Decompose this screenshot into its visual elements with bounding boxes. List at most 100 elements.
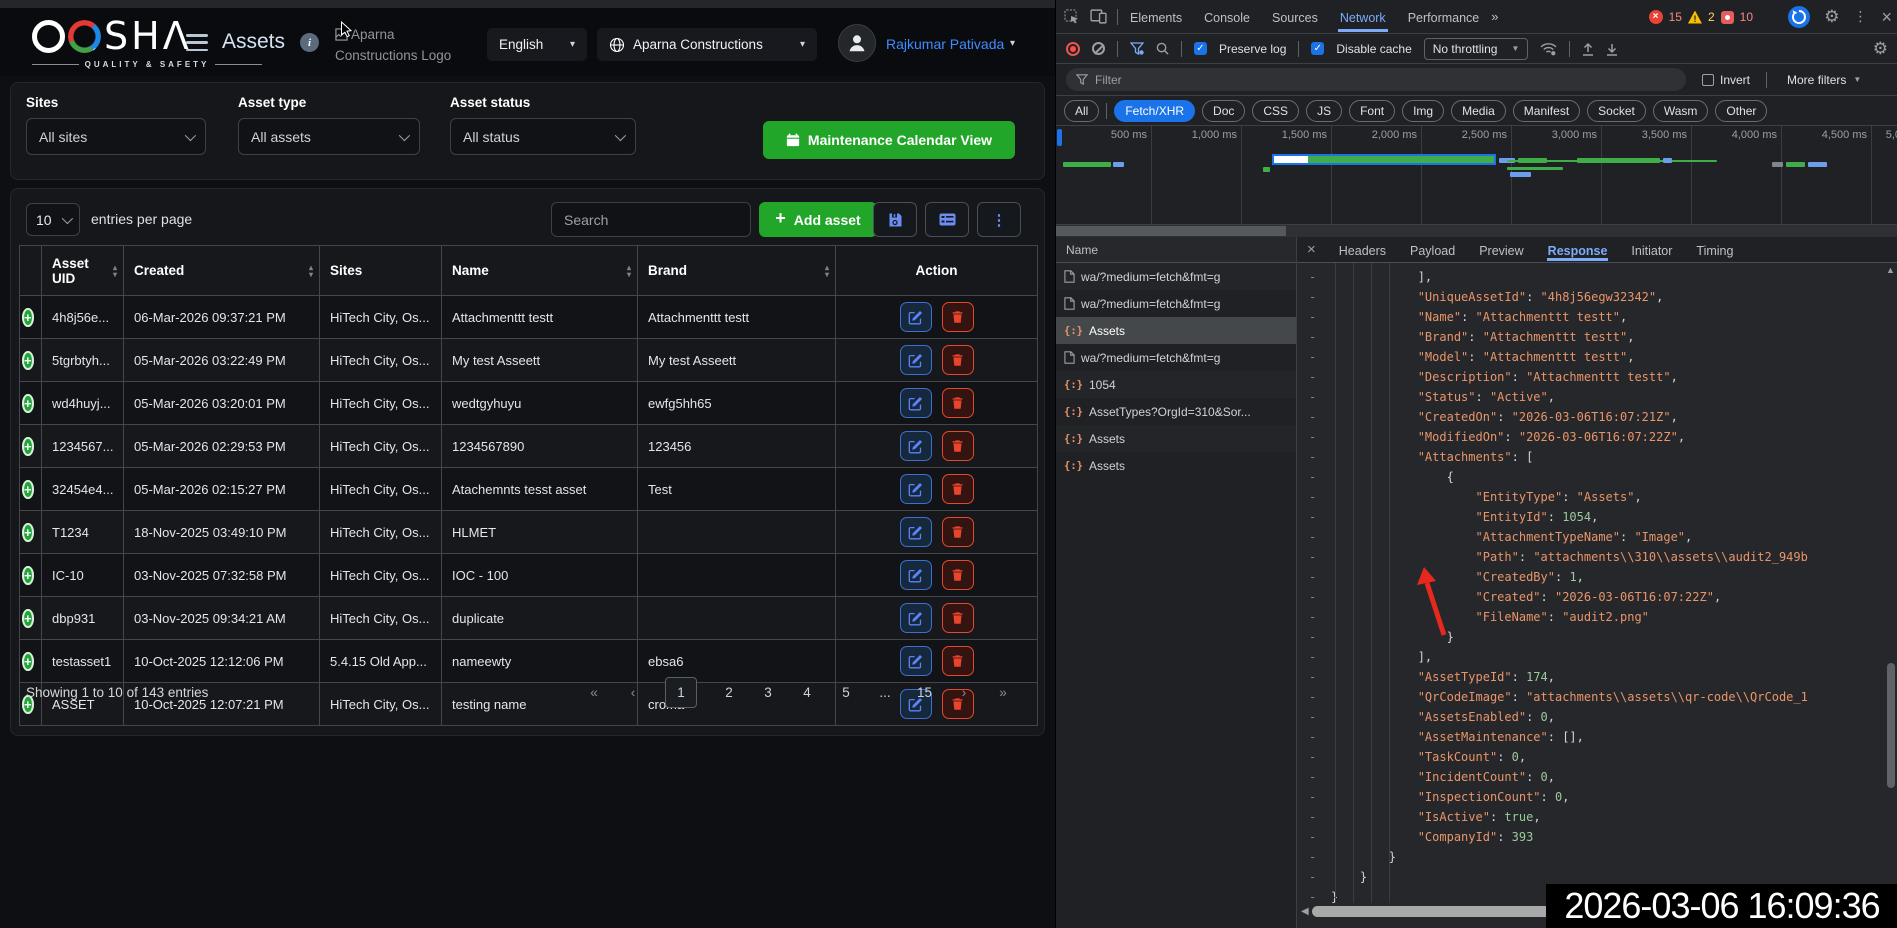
- fold-marker[interactable]: -: [1297, 587, 1331, 607]
- page-15[interactable]: 15: [917, 685, 932, 700]
- request-row[interactable]: {:}Assets: [1056, 317, 1296, 344]
- fold-marker[interactable]: -: [1297, 687, 1331, 707]
- timeline-brush-handle[interactable]: [1057, 129, 1062, 146]
- more-filters-button[interactable]: More filters▼: [1787, 73, 1861, 87]
- detail-tab-payload[interactable]: Payload: [1409, 239, 1456, 261]
- delete-button[interactable]: [942, 474, 974, 504]
- filter-chip-socket[interactable]: Socket: [1587, 100, 1646, 122]
- close-detail-icon[interactable]: ×: [1307, 241, 1316, 258]
- delete-button[interactable]: [942, 517, 974, 547]
- sort-arrows-icon[interactable]: ▴▾: [309, 264, 313, 278]
- page-1[interactable]: 1: [665, 677, 697, 708]
- devtools-tab-network[interactable]: Network: [1338, 2, 1388, 32]
- menu-icon[interactable]: [186, 34, 208, 51]
- devtools-tab-elements[interactable]: Elements: [1128, 2, 1184, 32]
- page-[interactable]: ‹: [626, 685, 640, 700]
- edit-button[interactable]: [900, 646, 932, 676]
- search-input[interactable]: [551, 202, 751, 237]
- fold-marker[interactable]: -: [1297, 807, 1331, 827]
- detail-tab-timing[interactable]: Timing: [1695, 239, 1734, 261]
- edit-button[interactable]: [900, 431, 932, 461]
- preserve-log-checkbox[interactable]: ✓: [1194, 42, 1207, 55]
- delete-button[interactable]: [942, 431, 974, 461]
- fold-marker[interactable]: -: [1297, 327, 1331, 347]
- fold-marker[interactable]: -: [1297, 527, 1331, 547]
- disable-cache-checkbox[interactable]: ✓: [1311, 42, 1324, 55]
- avatar[interactable]: [838, 24, 876, 62]
- asset-status-select[interactable]: All status: [450, 118, 636, 155]
- more-tabs-icon[interactable]: »: [1491, 9, 1498, 24]
- settings-gear-icon[interactable]: ⚙: [1824, 7, 1839, 27]
- expand-plus-icon[interactable]: +: [22, 523, 34, 542]
- fold-marker[interactable]: -: [1297, 847, 1331, 867]
- filter-chip-wasm[interactable]: Wasm: [1653, 100, 1709, 122]
- fold-marker[interactable]: -: [1297, 767, 1331, 787]
- delete-button[interactable]: [942, 646, 974, 676]
- edit-button[interactable]: [900, 474, 932, 504]
- fold-marker[interactable]: -: [1297, 787, 1331, 807]
- device-toolbar-icon[interactable]: [1090, 9, 1107, 24]
- filter-chip-img[interactable]: Img: [1402, 100, 1444, 122]
- fold-marker[interactable]: -: [1297, 747, 1331, 767]
- fold-marker[interactable]: -: [1297, 607, 1331, 627]
- fold-marker[interactable]: -: [1297, 307, 1331, 327]
- fold-marker[interactable]: -: [1297, 367, 1331, 387]
- response-code-area[interactable]: - ],- "UniqueAssetId": "4h8j56egw32342",…: [1297, 263, 1884, 903]
- delete-button[interactable]: [942, 603, 974, 633]
- fold-marker[interactable]: -: [1297, 727, 1331, 747]
- page-3[interactable]: 3: [761, 685, 775, 700]
- network-filter-input[interactable]: Filter: [1066, 68, 1686, 91]
- fold-marker[interactable]: -: [1297, 827, 1331, 847]
- fold-marker[interactable]: -: [1297, 647, 1331, 667]
- devtools-tab-sources[interactable]: Sources: [1270, 2, 1320, 32]
- sort-arrows-icon[interactable]: ▴▾: [113, 264, 117, 278]
- edit-button[interactable]: [900, 603, 932, 633]
- user-menu-caret[interactable]: ▾: [1010, 38, 1015, 49]
- vertical-scroll-thumb[interactable]: [1887, 663, 1895, 788]
- delete-button[interactable]: [942, 345, 974, 375]
- expand-plus-icon[interactable]: +: [22, 652, 34, 671]
- filter-chip-all[interactable]: All: [1064, 100, 1099, 122]
- info-icon[interactable]: i: [300, 33, 319, 52]
- fold-marker[interactable]: -: [1297, 507, 1331, 527]
- clear-icon[interactable]: [1092, 42, 1105, 55]
- page-2[interactable]: 2: [722, 685, 736, 700]
- expand-plus-icon[interactable]: +: [22, 480, 34, 499]
- filter-chip-manifest[interactable]: Manifest: [1513, 100, 1580, 122]
- fold-marker[interactable]: -: [1297, 407, 1331, 427]
- fold-marker[interactable]: -: [1297, 487, 1331, 507]
- page-[interactable]: «: [587, 685, 601, 700]
- fold-marker[interactable]: -: [1297, 547, 1331, 567]
- expand-plus-icon[interactable]: +: [22, 609, 34, 628]
- record-icon[interactable]: [1066, 42, 1080, 56]
- expand-plus-icon[interactable]: +: [22, 394, 34, 413]
- fold-marker[interactable]: -: [1297, 287, 1331, 307]
- expand-plus-icon[interactable]: +: [22, 566, 34, 585]
- edit-button[interactable]: [900, 517, 932, 547]
- card-view-button[interactable]: [925, 202, 969, 237]
- edit-button[interactable]: [900, 302, 932, 332]
- request-row[interactable]: wa/?medium=fetch&fmt=g: [1056, 263, 1296, 290]
- filter-funnel-icon[interactable]: [1130, 42, 1144, 55]
- page-5[interactable]: 5: [839, 685, 853, 700]
- fold-marker[interactable]: -: [1297, 387, 1331, 407]
- user-name[interactable]: Rajkumar Pativada: [886, 36, 1004, 52]
- devtools-tab-performance[interactable]: Performance: [1406, 2, 1482, 32]
- request-row[interactable]: {:}AssetTypes?OrgId=310&Sor...: [1056, 398, 1296, 425]
- console-badges[interactable]: × 15 ! 2 10: [1649, 0, 1753, 34]
- devtools-tab-console[interactable]: Console: [1202, 2, 1252, 32]
- devtools-close-icon[interactable]: ×: [1881, 7, 1892, 28]
- maintenance-calendar-button[interactable]: Maintenance Calendar View: [763, 121, 1015, 159]
- sort-arrows-icon[interactable]: ▴▾: [825, 264, 829, 278]
- detail-tab-headers[interactable]: Headers: [1338, 239, 1387, 261]
- fold-marker[interactable]: -: [1297, 267, 1331, 287]
- network-settings-gear-icon[interactable]: ⚙: [1873, 39, 1888, 59]
- language-select[interactable]: English▾: [487, 28, 587, 61]
- throttling-select[interactable]: No throttling▼: [1424, 38, 1529, 60]
- more-options-button[interactable]: ⋮: [977, 202, 1021, 237]
- fold-marker[interactable]: -: [1297, 347, 1331, 367]
- scroll-left-icon[interactable]: ◀: [1301, 906, 1309, 917]
- expand-plus-icon[interactable]: +: [22, 437, 34, 456]
- import-har-icon[interactable]: [1606, 42, 1618, 56]
- sort-arrows-icon[interactable]: ▴▾: [627, 264, 631, 278]
